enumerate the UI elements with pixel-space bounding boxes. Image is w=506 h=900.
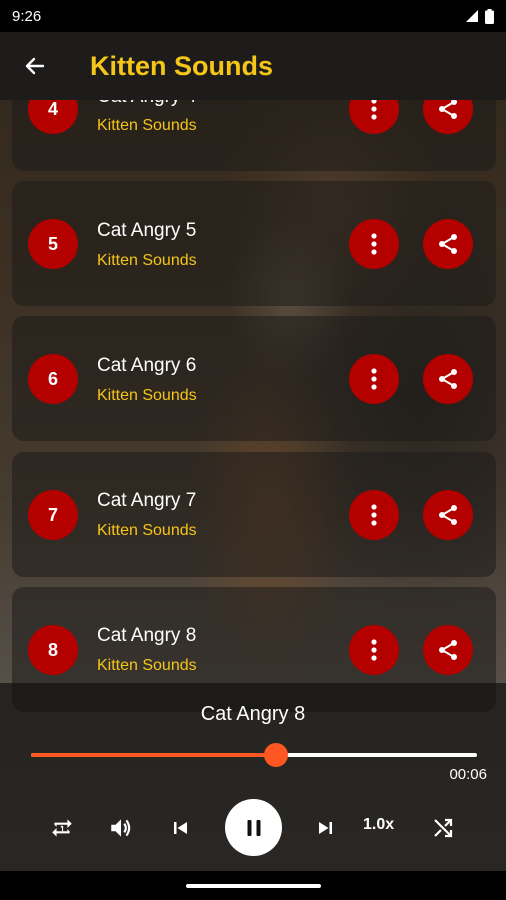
home-gesture-handle[interactable] [186, 884, 321, 888]
elapsed-time: 00:06 [449, 766, 487, 783]
item-number-badge: 8 [28, 625, 78, 675]
back-arrow-icon [25, 57, 45, 75]
shuffle-button[interactable] [423, 808, 463, 848]
pause-icon [247, 819, 260, 836]
now-playing-title: Cat Angry 8 [200, 703, 306, 725]
share-icon [439, 505, 457, 525]
back-button[interactable] [0, 32, 70, 100]
item-title: Cat Angry 5 [97, 220, 197, 241]
more-options-button[interactable] [349, 490, 399, 540]
skip-previous-icon [174, 822, 187, 834]
seek-bar[interactable] [31, 743, 477, 767]
volume-button[interactable] [101, 808, 141, 848]
share-icon [439, 369, 457, 389]
more-options-button[interactable] [349, 219, 399, 269]
item-subtitle: Kitten Sounds [97, 252, 197, 269]
more-options-button[interactable] [349, 354, 399, 404]
item-subtitle: Kitten Sounds [97, 117, 197, 134]
volume-icon [111, 819, 131, 837]
more-vert-icon [371, 368, 377, 390]
item-subtitle: Kitten Sounds [97, 657, 197, 674]
share-button[interactable] [423, 490, 473, 540]
more-vert-icon [371, 233, 377, 255]
previous-button[interactable] [160, 808, 200, 848]
item-title: Cat Angry 8 [97, 625, 197, 646]
item-subtitle: Kitten Sounds [97, 387, 197, 404]
share-icon [439, 99, 457, 119]
battery-icon [485, 8, 494, 24]
signal-icon [466, 10, 478, 22]
app-bar: Kitten Sounds [0, 32, 506, 100]
status-icons [465, 8, 494, 24]
system-nav-bar [0, 871, 506, 900]
item-title: Cat Angry 6 [97, 355, 197, 376]
more-vert-icon [371, 639, 377, 661]
status-time: 9:26 [12, 7, 42, 25]
seek-bar-progress [31, 753, 277, 757]
more-vert-icon [371, 504, 377, 526]
shuffle-icon [434, 818, 453, 838]
share-button[interactable] [423, 354, 473, 404]
playback-speed-button[interactable]: 1.0x [363, 816, 394, 834]
item-number-badge: 5 [28, 219, 78, 269]
pause-button[interactable] [225, 799, 282, 856]
audio-player: Cat Angry 8 00:06 1.0x [0, 683, 506, 871]
share-button[interactable] [423, 219, 473, 269]
skip-next-icon [319, 822, 332, 834]
item-subtitle: Kitten Sounds [97, 522, 197, 539]
item-number-badge: 6 [28, 354, 78, 404]
share-icon [439, 234, 457, 254]
status-bar: 9:26 [0, 0, 506, 32]
next-button[interactable] [306, 808, 346, 848]
share-icon [439, 640, 457, 660]
share-button[interactable] [423, 625, 473, 675]
seek-bar-thumb[interactable] [264, 743, 289, 767]
item-number-badge: 7 [28, 490, 78, 540]
repeat-button[interactable] [42, 808, 82, 848]
page-title: Kitten Sounds [90, 50, 273, 81]
more-vert-icon [371, 98, 377, 120]
more-options-button[interactable] [349, 625, 399, 675]
item-title: Cat Angry 7 [97, 490, 197, 511]
repeat-one-icon [52, 819, 72, 837]
